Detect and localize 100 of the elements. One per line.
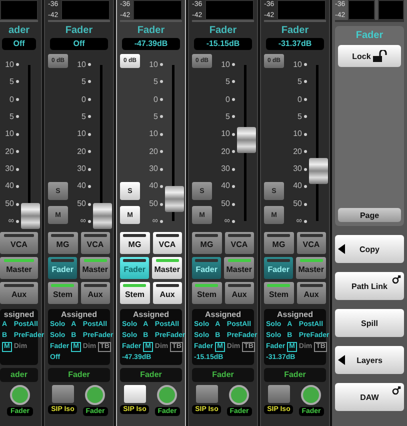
assign-button[interactable]: VCA: [152, 232, 182, 254]
strip-title: Fader: [208, 25, 238, 36]
scale-label: 0: [154, 94, 158, 105]
sip-button[interactable]: [196, 385, 218, 403]
fader-handle[interactable]: [309, 158, 328, 184]
strip-title: Fader: [280, 25, 310, 36]
assign-button[interactable]: MG: [120, 232, 150, 254]
fader-handle[interactable]: [237, 126, 256, 153]
scale-label: 30: [77, 164, 86, 174]
scale-label: 30: [5, 164, 14, 174]
strip-title: ader: [7, 25, 31, 36]
scale-label: 10: [77, 129, 86, 140]
scale-label: 10: [221, 129, 230, 140]
assign-button[interactable]: Aux: [152, 282, 182, 304]
assign-button[interactable]: MG: [48, 232, 78, 254]
scale-label: 5: [298, 77, 302, 88]
scale-label: 40: [293, 181, 302, 192]
left-triangle-icon: [338, 355, 345, 365]
strip-title: Fader: [64, 25, 94, 36]
scale-label: 40: [5, 181, 14, 192]
assign-button[interactable]: VCA: [296, 232, 326, 254]
scale-label: 10: [293, 60, 302, 70]
fader-value: -31.37dB: [266, 38, 324, 50]
panel-button[interactable]: Copy: [335, 235, 404, 263]
scale-label: 10: [5, 129, 14, 140]
scale-label: 5: [82, 112, 86, 122]
assign-button[interactable]: VCA: [224, 232, 254, 254]
scale-label: 30: [293, 164, 302, 174]
scale-label: 50: [149, 198, 158, 209]
assign-button[interactable]: Stem: [120, 282, 150, 304]
scale-label: 5: [154, 112, 158, 122]
scale-label: 40: [221, 181, 230, 192]
scale-label: 50: [221, 198, 230, 209]
scale-label: 0: [82, 94, 86, 105]
assign-button[interactable]: Stem: [192, 282, 222, 304]
scale-label: 30: [221, 164, 230, 174]
scale-label: 20: [293, 146, 302, 157]
assign-button[interactable]: Master: [80, 257, 110, 279]
assign-button[interactable]: Stem: [48, 282, 78, 304]
scale-label: 10: [149, 60, 158, 70]
scale-label: 20: [5, 146, 14, 157]
assign-button[interactable]: VCA: [80, 232, 110, 254]
round-button[interactable]: [229, 385, 250, 405]
assign-button[interactable]: Master: [0, 257, 38, 279]
scale-label: 5: [226, 112, 230, 122]
assign-button[interactable]: Aux: [80, 282, 110, 304]
scale-label: 10: [77, 60, 86, 70]
panel-button[interactable]: DAW: [335, 383, 404, 411]
assign-button[interactable]: Fader: [264, 257, 294, 279]
sip-button[interactable]: [52, 385, 74, 403]
scale-label: 10: [5, 60, 14, 70]
assign-button[interactable]: Master: [224, 257, 254, 279]
fader-mode-label: Fader: [48, 368, 110, 382]
fader-handle[interactable]: [21, 203, 40, 230]
panel-button[interactable]: Layers: [335, 346, 404, 374]
fader-value: -15.15dB: [194, 38, 252, 50]
assign-button[interactable]: VCA: [0, 232, 38, 254]
scale-label: 10: [293, 129, 302, 140]
panel-button[interactable]: Spill: [335, 309, 404, 337]
scale-label: ∞: [8, 216, 14, 226]
assign-button[interactable]: MG: [192, 232, 222, 254]
scale-label: 5: [154, 77, 158, 88]
round-button[interactable]: [157, 385, 178, 405]
assign-button[interactable]: Aux: [224, 282, 254, 304]
assign-button[interactable]: Aux: [0, 282, 38, 304]
lock-button[interactable]: Lock: [338, 45, 401, 67]
assign-button[interactable]: MG: [264, 232, 294, 254]
round-button[interactable]: [301, 385, 322, 405]
assign-button[interactable]: Fader: [120, 257, 150, 279]
fader-value: Off: [50, 38, 108, 50]
fader-mode-label: Fader: [120, 368, 182, 382]
sip-button[interactable]: [268, 385, 290, 403]
scale-label: 5: [10, 77, 14, 88]
fader-handle[interactable]: [93, 203, 112, 230]
assign-button[interactable]: Fader: [48, 257, 78, 279]
assign-button[interactable]: Aux: [296, 282, 326, 304]
sip-button[interactable]: [124, 385, 146, 403]
panel-button[interactable]: Path Link: [335, 272, 404, 300]
scale-label: 5: [298, 112, 302, 122]
fader-mode-label: ader: [0, 368, 38, 382]
scale-label: 50: [5, 198, 14, 209]
page-button[interactable]: Page: [338, 208, 401, 222]
round-button[interactable]: [85, 385, 106, 405]
scale-label: 0: [10, 94, 14, 105]
assign-button[interactable]: Stem: [264, 282, 294, 304]
assign-button[interactable]: Fader: [192, 257, 222, 279]
scale-label: 20: [149, 146, 158, 157]
panel-title: Fader: [354, 30, 384, 41]
scale-label: 50: [293, 198, 302, 209]
assign-button[interactable]: Master: [296, 257, 326, 279]
scale-label: ∞: [152, 216, 158, 226]
scale-label: 10: [221, 60, 230, 70]
scale-label: 40: [149, 181, 158, 192]
scale-label: 20: [221, 146, 230, 157]
fader-mode-label: Fader: [264, 368, 326, 382]
fader-handle[interactable]: [165, 186, 184, 212]
assigned-title: Assigned: [132, 310, 170, 319]
round-button[interactable]: [10, 385, 30, 405]
scale-label: ∞: [296, 216, 302, 226]
assign-button[interactable]: Master: [152, 257, 182, 279]
